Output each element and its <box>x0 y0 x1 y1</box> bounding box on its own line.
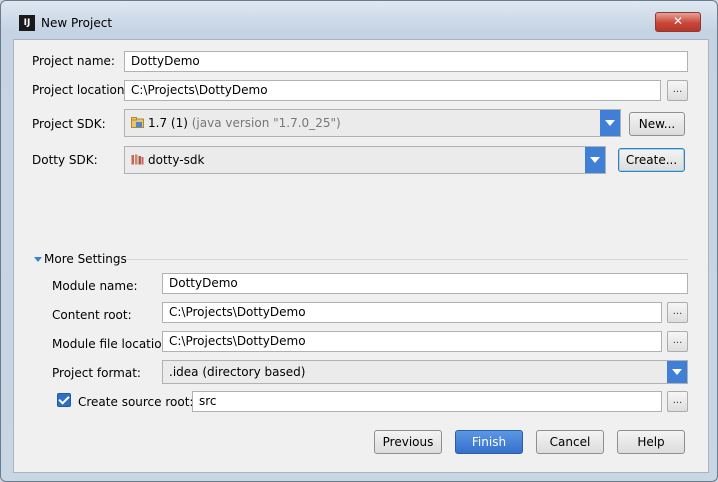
dialog-body: Project name: DottyDemo Project location… <box>13 39 709 473</box>
project-sdk-detail: (java version "1.7.0_25") <box>191 116 341 130</box>
content-root-browse-button[interactable]: ... <box>667 302 688 323</box>
project-format-dropdown[interactable]: .idea (directory based) <box>162 360 688 384</box>
settings-divider <box>126 259 688 260</box>
module-name-label: Module name: <box>52 279 138 293</box>
create-dotty-sdk-button[interactable]: Create... <box>618 148 685 172</box>
chevron-down-icon <box>585 147 605 173</box>
source-root-browse-button[interactable]: ... <box>667 391 688 412</box>
module-name-input[interactable]: DottyDemo <box>162 273 688 294</box>
expand-triangle-icon[interactable] <box>34 257 42 262</box>
project-format-value: .idea (directory based) <box>169 365 306 379</box>
window-title: New Project <box>41 16 113 30</box>
project-location-browse-button[interactable]: ... <box>667 80 688 101</box>
library-icon <box>131 154 144 165</box>
create-source-root-label[interactable]: Create source root: <box>78 395 193 409</box>
module-file-location-browse-button[interactable]: ... <box>667 331 688 352</box>
content-root-label: Content root: <box>52 308 132 322</box>
finish-button[interactable]: Finish <box>455 430 523 454</box>
close-button[interactable]: ✕ <box>655 12 701 32</box>
new-sdk-button[interactable]: New... <box>629 112 685 136</box>
chevron-down-icon <box>600 110 620 136</box>
project-location-input[interactable]: C:\Projects\DottyDemo <box>124 80 661 101</box>
project-sdk-version: 1.7 (1) <box>148 116 188 130</box>
dotty-sdk-value: dotty-sdk <box>148 153 205 167</box>
help-button[interactable]: Help <box>617 430 685 454</box>
intellij-app-icon: IJ <box>19 15 35 31</box>
title-bar[interactable]: IJ New Project ✕ <box>1 1 717 32</box>
dotty-sdk-label: Dotty SDK: <box>32 153 98 167</box>
create-source-root-checkbox[interactable] <box>57 393 71 407</box>
more-settings-toggle[interactable]: More Settings <box>44 252 127 266</box>
new-project-dialog: IJ New Project ✕ Project name: DottyDemo… <box>0 0 718 482</box>
project-location-label: Project location: <box>32 83 129 97</box>
previous-button[interactable]: Previous <box>374 430 442 454</box>
project-name-label: Project name: <box>32 54 115 68</box>
content-root-input[interactable]: C:\Projects\DottyDemo <box>162 302 662 323</box>
module-file-location-label: Module file location: <box>52 337 174 351</box>
folder-icon <box>131 117 144 128</box>
project-sdk-dropdown[interactable]: 1.7 (1) (java version "1.7.0_25") <box>124 109 621 137</box>
project-format-label: Project format: <box>52 366 141 380</box>
cancel-button[interactable]: Cancel <box>536 430 604 454</box>
project-name-input[interactable]: DottyDemo <box>124 51 688 72</box>
chevron-down-icon <box>667 361 687 383</box>
module-file-location-input[interactable]: C:\Projects\DottyDemo <box>162 331 662 352</box>
project-sdk-label: Project SDK: <box>32 117 106 131</box>
source-root-input[interactable]: src <box>192 391 662 412</box>
dotty-sdk-dropdown[interactable]: dotty-sdk <box>124 146 606 174</box>
